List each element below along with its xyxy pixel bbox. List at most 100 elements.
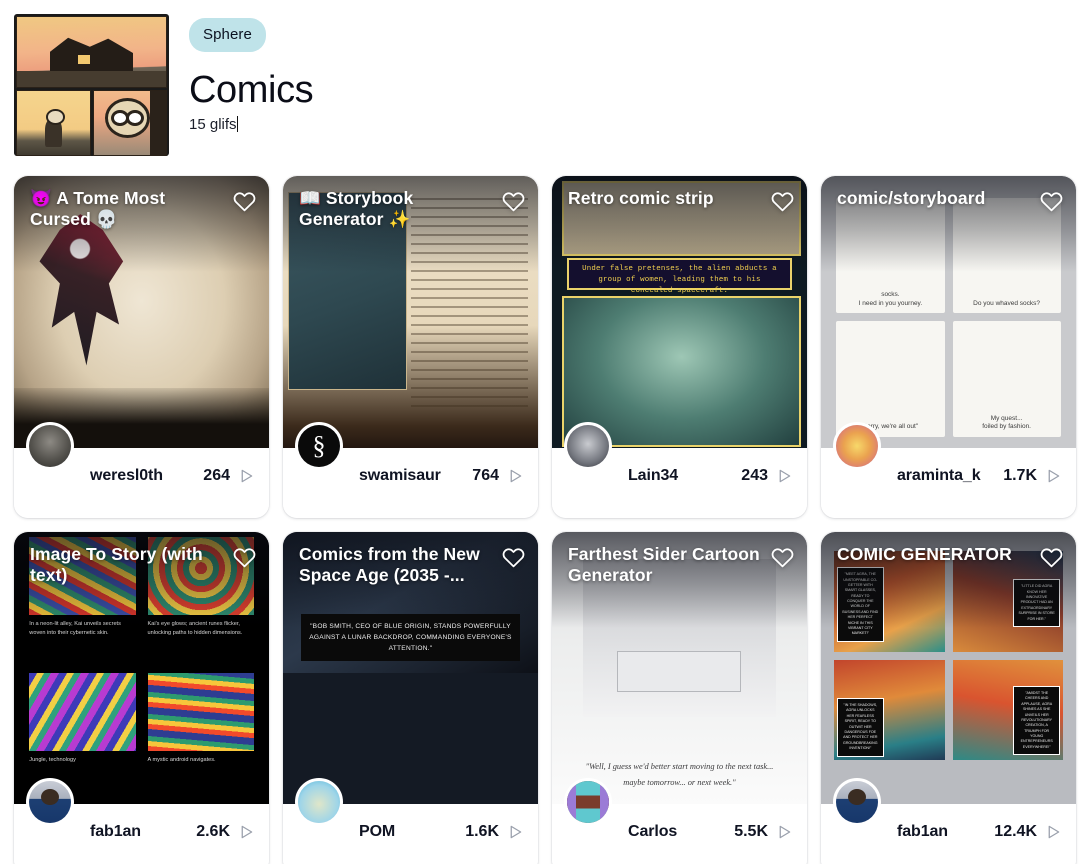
comic-caption: "BOB SMITH, CEO OF BLUE ORIGIN, STANDS P… xyxy=(300,613,521,662)
heart-icon[interactable] xyxy=(767,542,797,572)
glif-card[interactable]: "Well, I guess we'd better start moving … xyxy=(552,532,807,864)
run-count-value: 243 xyxy=(741,467,768,484)
avatar[interactable] xyxy=(295,778,343,826)
speech-bubble: "IN THE SHADOWS, AGRA UNLOCKS HER FEARLE… xyxy=(837,698,884,757)
play-icon[interactable] xyxy=(506,467,524,485)
glif-preview-image[interactable]: 📖 Storybook Generator ✨ xyxy=(283,176,538,448)
glif-run-count: 1.7K xyxy=(1003,467,1062,499)
glif-run-count: 1.6K xyxy=(465,823,524,855)
heart-icon[interactable] xyxy=(229,186,259,216)
ground xyxy=(17,71,166,87)
avatar[interactable] xyxy=(833,422,881,470)
heart-icon[interactable] xyxy=(1036,186,1066,216)
glif-preview-image[interactable]: "MEET AGRA, THE UNSTOPPABLE CO-GETTER WI… xyxy=(821,532,1076,804)
run-count-value: 264 xyxy=(203,467,230,484)
sphere-header: Sphere Comics 15 glifs xyxy=(0,0,1092,170)
heart-icon[interactable] xyxy=(498,542,528,572)
avatar[interactable] xyxy=(26,422,74,470)
play-icon[interactable] xyxy=(506,823,524,841)
glif-preview-image[interactable]: "BOB SMITH, CEO OF BLUE ORIGIN, STANDS P… xyxy=(283,532,538,804)
glif-card[interactable]: 📖 Storybook Generator ✨ § swamisaur 764 xyxy=(283,176,538,518)
text-caret xyxy=(236,116,239,132)
story-panel-text: Jungle, technology xyxy=(29,756,76,763)
story-panel-image xyxy=(29,673,136,751)
thumbnail-panel-3 xyxy=(92,89,167,156)
glif-card[interactable]: socks. I need in you yourney. Do you whave… xyxy=(821,176,1076,518)
glif-card-footer: POM 1.6K xyxy=(283,778,538,864)
story-panel-image xyxy=(147,673,254,751)
run-count-value: 12.4K xyxy=(994,823,1037,840)
glif-preview-image[interactable]: Under false pretenses, the alien abducts… xyxy=(552,176,807,448)
glif-card-footer: § swamisaur 764 xyxy=(283,422,538,518)
sphere-badge[interactable]: Sphere xyxy=(189,18,266,52)
run-count-value: 764 xyxy=(472,467,499,484)
header-meta: Sphere Comics 15 glifs xyxy=(189,14,314,170)
glif-preview-image[interactable]: "Well, I guess we'd better start moving … xyxy=(552,532,807,804)
run-count-value: 2.6K xyxy=(196,823,230,840)
speech-bubble: "MEET AGRA, THE UNSTOPPABLE CO-GETTER WI… xyxy=(837,567,884,642)
glif-author[interactable]: swamisaur xyxy=(359,467,472,499)
glif-author[interactable]: araminta_k xyxy=(897,467,1003,499)
glif-run-count: 243 xyxy=(741,467,793,499)
glif-card[interactable]: Under false pretenses, the alien abducts… xyxy=(552,176,807,518)
run-count-value: 1.6K xyxy=(465,823,499,840)
play-icon[interactable] xyxy=(775,467,793,485)
glif-author[interactable]: weresl0th xyxy=(90,467,203,499)
comic-caption: Under false pretenses, the alien abducts… xyxy=(567,257,792,295)
glif-title: Retro comic strip xyxy=(568,188,714,208)
avatar-image xyxy=(836,781,878,823)
glif-preview-image[interactable]: In a neon-lit alley, Kai unveils secrets… xyxy=(14,532,269,804)
play-icon[interactable] xyxy=(237,823,255,841)
thumbnail-panel-1 xyxy=(16,16,167,88)
run-count-value: 1.7K xyxy=(1003,467,1037,484)
glif-card[interactable]: "BOB SMITH, CEO OF BLUE ORIGIN, STANDS P… xyxy=(283,532,538,864)
heart-icon[interactable] xyxy=(1036,542,1066,572)
avatar[interactable] xyxy=(564,778,612,826)
heart-icon[interactable] xyxy=(767,186,797,216)
thumbnail-panel-row xyxy=(16,89,167,156)
avatar[interactable]: § xyxy=(295,422,343,470)
play-icon[interactable] xyxy=(1044,467,1062,485)
glif-count[interactable]: 15 glifs xyxy=(189,116,239,133)
glif-author[interactable]: POM xyxy=(359,823,465,855)
glif-author[interactable]: fab1an xyxy=(90,823,196,855)
speech-bubble: "LITTLE DID AGRA KNOW HER INNOVATIVE PRO… xyxy=(1013,579,1060,627)
sphere-thumbnail[interactable] xyxy=(14,14,169,156)
glif-preview-image[interactable]: socks. I need in you yourney. Do you whave… xyxy=(821,176,1076,448)
desk xyxy=(617,650,742,692)
glif-title: 😈 A Tome Most Cursed 💀 xyxy=(30,188,166,230)
story-panel-text: A mystic android navigates. xyxy=(147,756,216,763)
avatar[interactable] xyxy=(564,422,612,470)
comic-panel: "MEET AGRA, THE UNSTOPPABLE CO-GETTER WI… xyxy=(833,551,945,652)
glif-card[interactable]: In a neon-lit alley, Kai unveils secrets… xyxy=(14,532,269,864)
glif-author[interactable]: fab1an xyxy=(897,823,994,855)
glif-card-grid: 😈 A Tome Most Cursed 💀 weresl0th 264 📖 S… xyxy=(0,170,1092,864)
glif-card[interactable]: 😈 A Tome Most Cursed 💀 weresl0th 264 xyxy=(14,176,269,518)
avatar-image xyxy=(567,781,609,823)
avatar-image xyxy=(836,425,878,467)
storyboard-panel: My quest... foiled by fashion. xyxy=(952,321,1061,438)
avatar-image xyxy=(29,425,71,467)
story-panel: A mystic android navigates. xyxy=(147,673,254,799)
avatar[interactable] xyxy=(26,778,74,826)
heart-icon[interactable] xyxy=(498,186,528,216)
speech-bubble: "AMIDST THE CHEERS AND APPLAUSE, AGRA SH… xyxy=(1013,685,1060,756)
heart-icon[interactable] xyxy=(229,542,259,572)
glif-card-footer: araminta_k 1.7K xyxy=(821,422,1076,518)
story-panel-text: Kai's eye glows; ancient runes flicker, … xyxy=(147,621,243,636)
glif-author[interactable]: Carlos xyxy=(628,823,734,855)
play-icon[interactable] xyxy=(1044,823,1062,841)
glif-author[interactable]: Lain34 xyxy=(628,467,741,499)
glif-preview-image[interactable]: 😈 A Tome Most Cursed 💀 xyxy=(14,176,269,448)
glif-card-footer: Lain34 243 xyxy=(552,422,807,518)
avatar[interactable] xyxy=(833,778,881,826)
story-panel-text: In a neon-lit alley, Kai unveils secrets… xyxy=(29,621,121,636)
glif-title: comic/storyboard xyxy=(837,188,986,208)
play-icon[interactable] xyxy=(237,467,255,485)
play-icon[interactable] xyxy=(775,823,793,841)
glif-card[interactable]: "MEET AGRA, THE UNSTOPPABLE CO-GETTER WI… xyxy=(821,532,1076,864)
thumbnail-panel-2 xyxy=(16,89,91,156)
glif-run-count: 12.4K xyxy=(994,823,1062,855)
page-title: Comics xyxy=(189,69,314,111)
glif-run-count: 2.6K xyxy=(196,823,255,855)
